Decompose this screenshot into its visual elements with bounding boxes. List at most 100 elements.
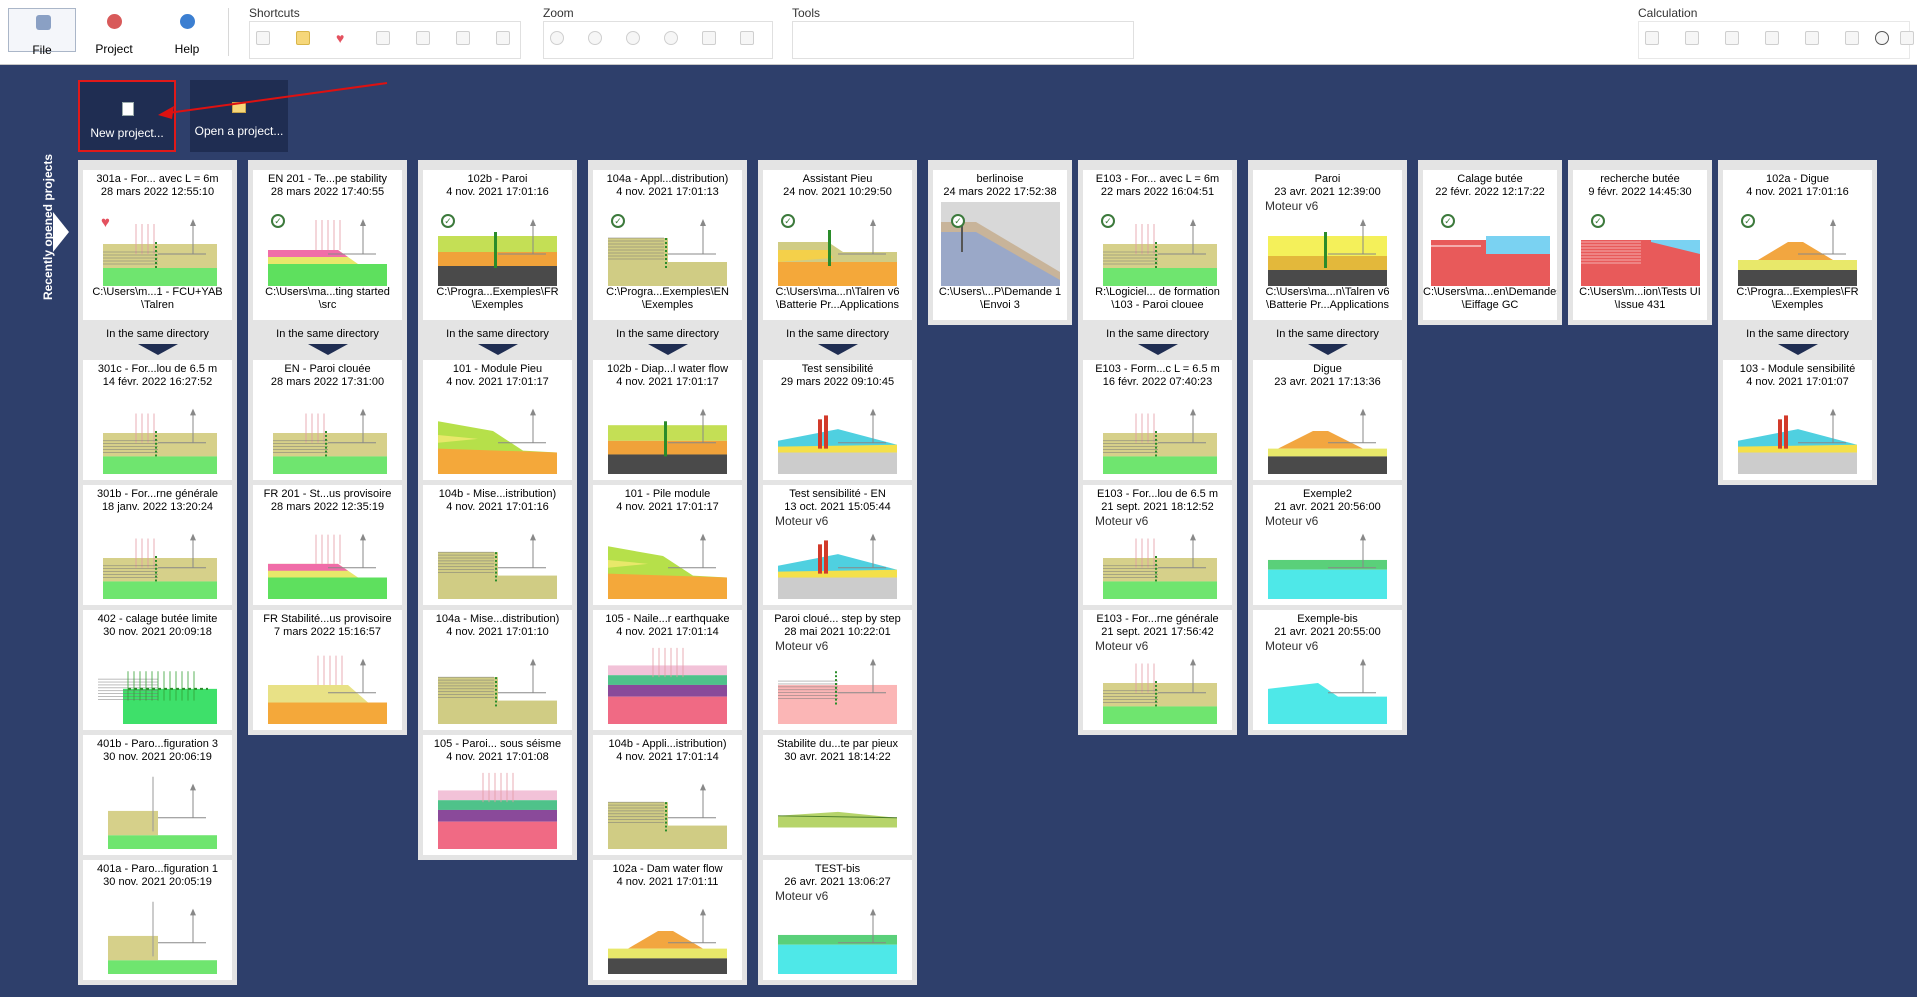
calc-chart-icon[interactable] xyxy=(1765,31,1779,45)
recent-project-card[interactable]: 102a - Digue 4 nov. 2021 17:01:16 C:\Progr… xyxy=(1723,170,1872,320)
same-directory-project-card[interactable]: 103 - Module sensibilité 4 nov. 2021 17:0… xyxy=(1723,360,1872,480)
same-directory-project-card[interactable]: Digue 23 avr. 2021 17:13:36 xyxy=(1253,360,1402,480)
project-date: 7 mars 2022 15:16:57 xyxy=(273,626,382,638)
project-thumbnail xyxy=(268,202,387,286)
project-path: C:\Users\...P\Demande 1 xyxy=(938,286,1062,298)
project-column: E103 - For... avec L = 6m 22 mars 2022 16… xyxy=(1078,160,1237,735)
favorite-heart-icon[interactable]: ♥ xyxy=(336,31,350,45)
recent-project-card[interactable]: Assistant Pieu 24 nov. 2021 10:29:50 C:\Us… xyxy=(763,170,912,320)
same-directory-project-card[interactable]: 105 - Naile...r earthquake 4 nov. 2021 17… xyxy=(593,610,742,730)
recent-project-card[interactable]: E103 - For... avec L = 6m 22 mars 2022 16… xyxy=(1083,170,1232,320)
same-directory-project-card[interactable]: EN - Paroi clouée 28 mars 2022 17:31:00 xyxy=(253,360,402,480)
project-path-2: \Eiffage GC xyxy=(1461,299,1519,311)
expand-arrow-icon[interactable] xyxy=(53,212,69,252)
project-date: 4 nov. 2021 17:01:17 xyxy=(616,376,719,388)
undo-icon[interactable] xyxy=(456,31,470,45)
same-directory-project-card[interactable]: Test sensibilité - EN 13 oct. 2021 15:05:… xyxy=(763,485,912,605)
same-directory-project-card[interactable]: TEST-bis 26 avr. 2021 13:06:27 Moteur v6 xyxy=(763,860,912,980)
same-directory-label: In the same directory xyxy=(446,328,549,340)
project-column: Paroi 23 avr. 2021 12:39:00 C:\Users\ma...… xyxy=(1248,160,1407,735)
zoom-rotate-icon[interactable] xyxy=(588,31,602,45)
shortcuts-group-label: Shortcuts xyxy=(249,6,300,20)
same-directory-project-card[interactable]: 102b - Diap...l water flow 4 nov. 2021 17… xyxy=(593,360,742,480)
project-path: C:\Progra...Exemples\FR xyxy=(1736,286,1859,298)
project-thumbnail xyxy=(98,892,217,974)
same-directory-project-card[interactable]: Exemple-bis 21 avr. 2021 20:55:00 Moteur v… xyxy=(1253,610,1402,730)
project-thumbnail xyxy=(268,642,387,724)
zoom-in-icon[interactable] xyxy=(626,31,640,45)
same-directory-project-card[interactable]: 105 - Paroi... sous séisme 4 nov. 2021 17… xyxy=(423,735,572,855)
calc-slope-icon[interactable] xyxy=(1845,31,1859,45)
project-date: 4 nov. 2021 17:01:16 xyxy=(446,186,549,198)
recent-project-card[interactable]: Paroi 23 avr. 2021 12:39:00 C:\Users\ma...… xyxy=(1253,170,1402,320)
recent-project-card[interactable]: recherche butée 9 févr. 2022 14:45:30 C:\U… xyxy=(1573,170,1707,320)
open-folder-icon[interactable] xyxy=(296,31,310,45)
same-directory-project-card[interactable]: Exemple2 21 avr. 2021 20:56:00 Moteur v6 xyxy=(1253,485,1402,605)
calc-triangle-icon[interactable] xyxy=(1900,31,1914,45)
same-directory-project-card[interactable]: 301b - For...rne générale 18 janv. 2022 1… xyxy=(83,485,232,605)
new-document-icon xyxy=(122,102,134,116)
project-path: C:\Users\m...ion\Tests UI xyxy=(1579,286,1701,298)
recent-project-card[interactable]: 104a - Appl...distribution) 4 nov. 2021 1… xyxy=(593,170,742,320)
chevron-down-icon xyxy=(817,344,858,355)
same-directory-project-card[interactable]: 301c - For...lou de 6.5 m 14 févr. 2022 1… xyxy=(83,360,232,480)
calc-batch-icon[interactable] xyxy=(1725,31,1739,45)
pan-hand-icon[interactable] xyxy=(740,31,754,45)
calc-dropdown-icon[interactable] xyxy=(1805,31,1819,45)
project-title: 104a - Appl...distribution) xyxy=(606,173,729,185)
new-document-icon[interactable] xyxy=(256,31,270,45)
chevron-down-icon xyxy=(1307,344,1348,355)
help-button[interactable]: Help xyxy=(153,8,221,56)
project-thumbnail xyxy=(98,517,217,599)
recent-project-card[interactable]: 301a - For... avec L = 6m 28 mars 2022 12… xyxy=(83,170,232,320)
zoom-out-icon[interactable] xyxy=(664,31,678,45)
recent-project-card[interactable]: 102b - Paroi 4 nov. 2021 17:01:16 C:\Progr… xyxy=(423,170,572,320)
project-thumbnail xyxy=(438,767,557,849)
project-title: 104a - Mise...distribution) xyxy=(435,613,560,625)
same-directory-project-card[interactable]: Test sensibilité 29 mars 2022 09:10:45 xyxy=(763,360,912,480)
same-directory-project-card[interactable]: 101 - Module Pieu 4 nov. 2021 17:01:17 xyxy=(423,360,572,480)
project-title: 301b - For...rne générale xyxy=(96,488,219,500)
same-directory-project-card[interactable]: 401b - Paro...figuration 3 30 nov. 2021 2… xyxy=(83,735,232,855)
recent-project-card[interactable]: Calage butée 22 févr. 2022 12:17:22 C:\Use… xyxy=(1423,170,1557,320)
project-title: 104b - Appli...istribution) xyxy=(608,738,727,750)
recent-project-card[interactable]: berlinoise 24 mars 2022 17:52:38 C:\Users\… xyxy=(933,170,1067,320)
same-directory-project-card[interactable]: Stabilite du...te par pieux 30 avr. 2021 … xyxy=(763,735,912,855)
same-directory-project-card[interactable]: 401a - Paro...figuration 1 30 nov. 2021 2… xyxy=(83,860,232,980)
same-directory-project-card[interactable]: E103 - For...rne générale 21 sept. 2021 1… xyxy=(1083,610,1232,730)
zoom-fit-icon[interactable] xyxy=(550,31,564,45)
redo-icon[interactable] xyxy=(496,31,510,45)
project-title: Test sensibilité xyxy=(801,363,874,375)
same-directory-project-card[interactable]: 104b - Mise...istribution) 4 nov. 2021 17… xyxy=(423,485,572,605)
same-directory-project-card[interactable]: 101 - Pile module 4 nov. 2021 17:01:17 xyxy=(593,485,742,605)
same-directory-project-card[interactable]: E103 - Form...c L = 6.5 m 16 févr. 2022 0… xyxy=(1083,360,1232,480)
same-directory-project-card[interactable]: 104a - Mise...distribution) 4 nov. 2021 1… xyxy=(423,610,572,730)
project-thumbnail xyxy=(1098,517,1217,599)
file-button[interactable]: File xyxy=(8,8,76,57)
check-icon: ✓ xyxy=(1441,214,1455,228)
project-date: 4 nov. 2021 17:01:16 xyxy=(1746,186,1849,198)
check-icon: ✓ xyxy=(1591,214,1605,228)
save-icon[interactable] xyxy=(376,31,390,45)
recent-project-card[interactable]: EN 201 - Te...pe stability 28 mars 2022 1… xyxy=(253,170,402,320)
check-icon: ✓ xyxy=(611,214,625,228)
same-directory-project-card[interactable]: FR 201 - St...us provisoire 28 mars 2022 … xyxy=(253,485,402,605)
zoom-window-icon[interactable] xyxy=(702,31,716,45)
project-button[interactable]: Project xyxy=(80,8,148,56)
calc-seismic-icon[interactable] xyxy=(1875,31,1889,45)
open-project-label: Open a project... xyxy=(194,124,284,138)
project-path: C:\Users\m...1 - FCU+YAB xyxy=(92,286,223,298)
same-directory-project-card[interactable]: E103 - For...lou de 6.5 m 21 sept. 2021 1… xyxy=(1083,485,1232,605)
print-icon[interactable] xyxy=(416,31,430,45)
ribbon: File Project Help Shortcuts ♥ Zoom Tools… xyxy=(0,0,1917,65)
project-date: 21 sept. 2021 18:12:52 xyxy=(1101,501,1214,513)
same-directory-project-card[interactable]: 104b - Appli...istribution) 4 nov. 2021 1… xyxy=(593,735,742,855)
project-title: 101 - Pile module xyxy=(624,488,711,500)
same-directory-project-card[interactable]: FR Stabilité...us provisoire 7 mars 2022 … xyxy=(253,610,402,730)
same-directory-project-card[interactable]: 102a - Dam water flow 4 nov. 2021 17:01:1… xyxy=(593,860,742,980)
calc-settings-icon[interactable] xyxy=(1645,31,1659,45)
same-directory-project-card[interactable]: 402 - calage butée limite 30 nov. 2021 20… xyxy=(83,610,232,730)
recent-projects-tab[interactable]: Recently opened projects xyxy=(30,150,55,310)
same-directory-project-card[interactable]: Paroi cloué... step by step 28 mai 2021 1… xyxy=(763,610,912,730)
calc-run-icon[interactable] xyxy=(1685,31,1699,45)
